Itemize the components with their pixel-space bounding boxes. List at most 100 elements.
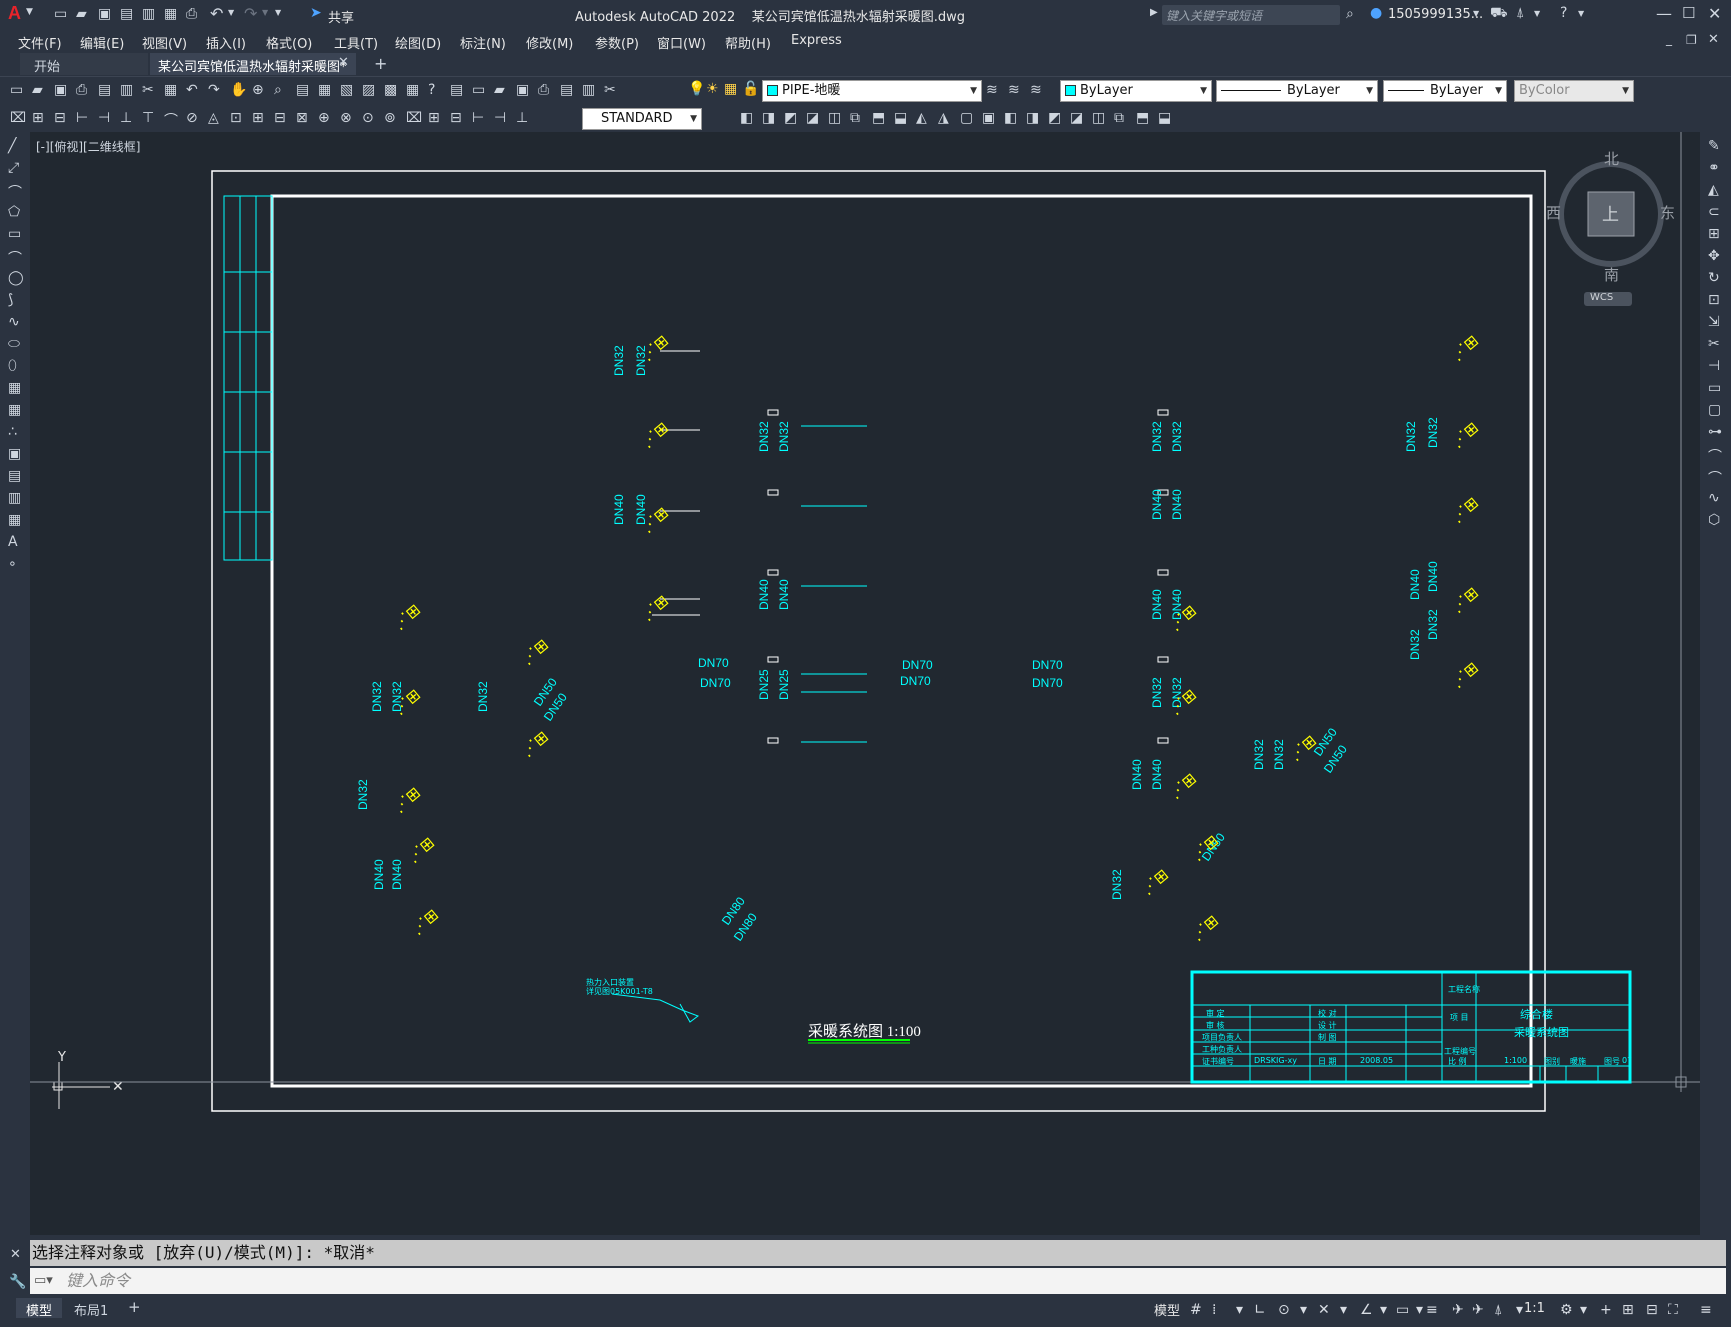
object-tool-icon[interactable]: ◩ bbox=[784, 110, 797, 126]
status-toggle-icon[interactable]: ≡ bbox=[1426, 1302, 1438, 1318]
object-tool-icon[interactable]: ◫ bbox=[1092, 110, 1105, 126]
open-icon[interactable]: ▰ bbox=[76, 6, 87, 22]
draw-tool-icon[interactable]: ▥ bbox=[8, 490, 21, 506]
status-toggle-icon[interactable]: + bbox=[1600, 1302, 1612, 1318]
dimension-tool-icon[interactable]: ◬ bbox=[208, 110, 219, 126]
modify-tool-icon[interactable]: ⊣ bbox=[1708, 358, 1720, 374]
modify-tool-icon[interactable]: ▭ bbox=[1708, 380, 1721, 396]
close-icon[interactable]: ✕ bbox=[1708, 4, 1721, 23]
object-tool-icon[interactable]: ◧ bbox=[1004, 110, 1017, 126]
object-tool-icon[interactable]: ⧉ bbox=[1114, 110, 1124, 126]
menu-window[interactable]: 窗口(W) bbox=[657, 33, 706, 52]
object-tool-icon[interactable]: ⬓ bbox=[1158, 110, 1171, 126]
autocad-logo-icon[interactable]: A bbox=[8, 3, 21, 24]
status-toggle-icon[interactable]: ▾ bbox=[1416, 1302, 1423, 1318]
status-toggle-icon[interactable]: ⛶ bbox=[1668, 1302, 1678, 1318]
dimension-tool-icon[interactable]: ⌧ bbox=[10, 110, 26, 126]
annotation-scale[interactable]: 1:1 bbox=[1524, 1301, 1545, 1316]
menu-express[interactable]: Express bbox=[791, 33, 842, 48]
dimension-tool-icon[interactable]: ⊢ bbox=[76, 110, 88, 126]
search-icon[interactable]: ⌕ bbox=[1346, 6, 1354, 22]
layer-match-icon[interactable]: ≋ bbox=[1008, 82, 1020, 98]
dimension-tool-icon[interactable]: ⊗ bbox=[340, 110, 352, 126]
a360-icon[interactable]: ⍋ bbox=[1516, 5, 1524, 21]
status-toggle-icon[interactable]: ⊙ bbox=[1278, 1302, 1290, 1318]
draw-tool-icon[interactable]: ⌒ bbox=[8, 182, 22, 202]
redo-icon[interactable]: ↷ bbox=[244, 4, 257, 23]
draw-tool-icon[interactable]: ▦ bbox=[8, 380, 21, 396]
linetype-dropdown[interactable]: ByLayer ▼ bbox=[1216, 80, 1378, 102]
add-layout-button[interactable]: + bbox=[128, 1298, 141, 1316]
undo-icon[interactable]: ↶ bbox=[210, 4, 223, 23]
model-space-button[interactable]: 模型 bbox=[1154, 1300, 1180, 1319]
standard-tool-icon[interactable]: ▧ bbox=[340, 82, 353, 98]
undo-chevron-icon[interactable]: ▼ bbox=[228, 8, 234, 17]
status-toggle-icon[interactable]: ⊞ bbox=[1622, 1302, 1634, 1318]
dimension-tool-icon[interactable]: ⊟ bbox=[54, 110, 66, 126]
status-toggle-icon[interactable]: ∟ bbox=[1254, 1302, 1266, 1318]
object-tool-icon[interactable]: ◨ bbox=[762, 110, 775, 126]
modify-tool-icon[interactable]: ✎ bbox=[1708, 138, 1720, 154]
status-toggle-icon[interactable]: ▾ bbox=[1580, 1302, 1587, 1318]
plot-icon[interactable]: ⎙ bbox=[186, 6, 197, 22]
standard-tool-icon[interactable]: ✂ bbox=[604, 82, 616, 98]
web-mobile-icon[interactable]: ▥ bbox=[142, 6, 155, 22]
compass-north[interactable]: 北 bbox=[1604, 148, 1619, 169]
dimension-tool-icon[interactable]: ⊞ bbox=[32, 110, 44, 126]
standard-tool-icon[interactable]: ▦ bbox=[318, 82, 331, 98]
layer-vp-icon[interactable]: ▦ bbox=[724, 81, 737, 97]
standard-tool-icon[interactable]: ✋ bbox=[230, 82, 247, 98]
tab-start[interactable]: 开始 bbox=[20, 53, 148, 75]
dimension-tool-icon[interactable]: ⊘ bbox=[186, 110, 198, 126]
status-toggle-icon[interactable]: ▾ bbox=[1300, 1302, 1307, 1318]
dimension-tool-icon[interactable]: ⊕ bbox=[318, 110, 330, 126]
draw-tool-icon[interactable]: ⬭ bbox=[8, 336, 20, 352]
standard-tool-icon[interactable]: ▩ bbox=[384, 82, 397, 98]
menu-modify[interactable]: 修改(M) bbox=[526, 33, 573, 52]
standard-tool-icon[interactable]: ⌕ bbox=[274, 82, 282, 98]
status-toggle-icon[interactable]: ⚙ bbox=[1560, 1302, 1573, 1318]
menu-format[interactable]: 格式(O) bbox=[266, 33, 312, 52]
status-toggle-icon[interactable]: ✈ bbox=[1472, 1302, 1484, 1318]
dimension-tool-icon[interactable]: ⊟ bbox=[274, 110, 286, 126]
standard-tool-icon[interactable]: ▥ bbox=[582, 82, 595, 98]
modify-tool-icon[interactable]: ⇲ bbox=[1708, 314, 1720, 330]
modify-tool-icon[interactable]: ⊂ bbox=[1708, 204, 1720, 220]
dimension-tool-icon[interactable]: ⊚ bbox=[384, 110, 396, 126]
draw-tool-icon[interactable]: ∴ bbox=[8, 424, 17, 440]
modify-tool-icon[interactable]: ⊡ bbox=[1708, 292, 1720, 308]
tab-model[interactable]: 模型 bbox=[16, 1298, 62, 1319]
new-tab-button[interactable]: + bbox=[374, 54, 387, 73]
redo-chevron-icon[interactable]: ▼ bbox=[262, 8, 268, 17]
cart-icon[interactable]: ⛟ bbox=[1490, 5, 1508, 23]
search-expand-icon[interactable]: ▶ bbox=[1150, 7, 1158, 18]
draw-tool-icon[interactable]: ⤢ bbox=[8, 160, 19, 176]
draw-tool-icon[interactable]: ∿ bbox=[8, 314, 20, 330]
modify-tool-icon[interactable]: ▢ bbox=[1708, 402, 1721, 418]
menu-file[interactable]: 文件(F) bbox=[18, 33, 62, 52]
menu-tools[interactable]: 工具(T) bbox=[334, 33, 378, 52]
layer-previous-icon[interactable]: ≋ bbox=[986, 82, 998, 98]
app-menu-chevron-icon[interactable]: ▼ bbox=[26, 7, 33, 17]
wcs-menu[interactable]: WCS bbox=[1584, 292, 1632, 306]
command-settings-icon[interactable]: 🔧 bbox=[9, 1274, 26, 1290]
status-toggle-icon[interactable]: ▾ bbox=[1340, 1302, 1347, 1318]
object-tool-icon[interactable]: ◮ bbox=[938, 110, 949, 126]
status-toggle-icon[interactable]: ▾ bbox=[1516, 1302, 1523, 1318]
user-icon[interactable]: ● bbox=[1370, 5, 1382, 21]
save-icon[interactable]: ▣ bbox=[98, 6, 111, 22]
standard-tool-icon[interactable]: ▤ bbox=[560, 82, 573, 98]
draw-tool-icon[interactable]: ╱ bbox=[8, 138, 16, 154]
saveas-web-icon[interactable]: ▦ bbox=[164, 6, 177, 22]
status-toggle-icon[interactable]: # bbox=[1190, 1302, 1202, 1318]
status-toggle-icon[interactable]: ▾ bbox=[1380, 1302, 1387, 1318]
dimension-tool-icon[interactable]: ⌒ bbox=[164, 110, 178, 130]
menu-parametric[interactable]: 参数(P) bbox=[595, 33, 639, 52]
new-icon[interactable]: ▭ bbox=[54, 6, 67, 22]
dimension-tool-icon[interactable]: ⊣ bbox=[98, 110, 110, 126]
object-tool-icon[interactable]: ◪ bbox=[1070, 110, 1083, 126]
object-tool-icon[interactable]: ⧉ bbox=[850, 110, 860, 126]
dimension-tool-icon[interactable]: ⊣ bbox=[494, 110, 506, 126]
status-toggle-icon[interactable]: ✈ bbox=[1452, 1302, 1464, 1318]
dimension-tool-icon[interactable]: ⊟ bbox=[450, 110, 462, 126]
